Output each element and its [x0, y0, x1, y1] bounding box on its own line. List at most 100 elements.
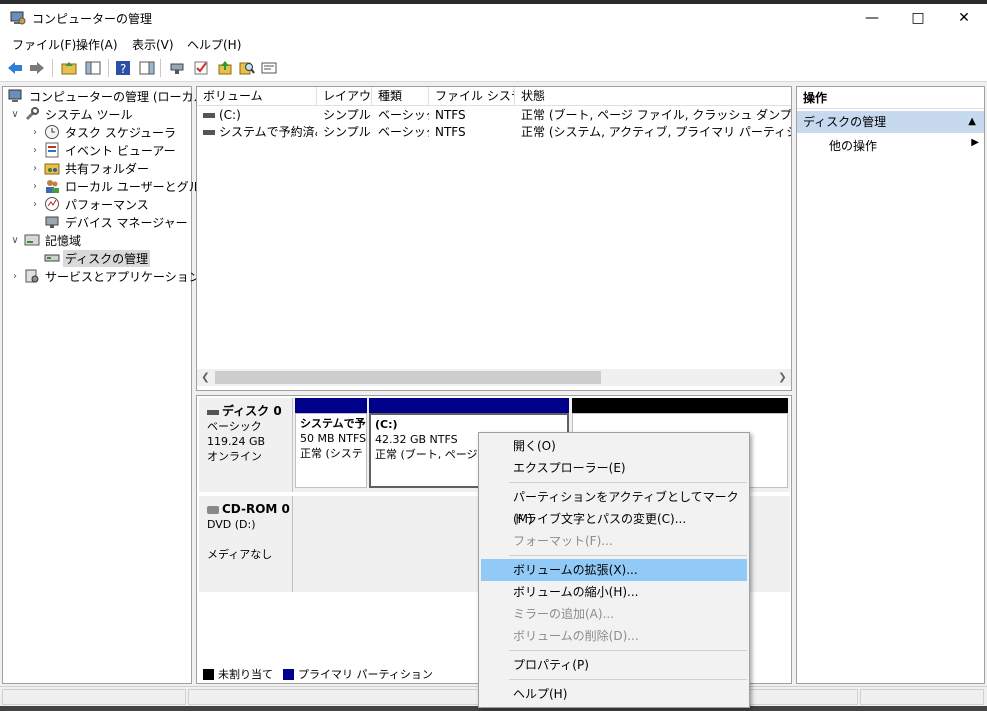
partition-status: 正常 (システ	[300, 447, 363, 460]
disk0-type: ベーシック	[207, 420, 262, 433]
tree-item-root[interactable]: コンピューターの管理 (ローカル)	[5, 87, 212, 105]
chevron-right-icon[interactable]: ›	[9, 271, 21, 282]
actions-disk-management[interactable]: ディスクの管理 ▲	[797, 111, 984, 133]
toolbar: ?	[0, 54, 987, 82]
connect-icon[interactable]	[168, 59, 186, 77]
cdrom0-status: メディアなし	[207, 548, 273, 561]
tree-item-storage[interactable]: ∨ 記憶域	[9, 231, 83, 249]
volume-icon	[203, 130, 215, 135]
disk0-name: ディスク 0	[222, 404, 282, 418]
menu-separator	[509, 679, 747, 680]
horizontal-scrollbar[interactable]: ❮ ❯	[197, 369, 791, 386]
back-arrow-icon[interactable]	[6, 59, 24, 77]
menu-item-open[interactable]: 開く(O)	[481, 435, 747, 457]
volume-layout: シンプル	[323, 125, 371, 139]
menu-help[interactable]: ヘルプ(H)	[187, 36, 241, 53]
tree-item-performance[interactable]: › パフォーマンス	[29, 195, 151, 213]
disk-icon	[207, 409, 219, 415]
menu-item-shrink-volume[interactable]: ボリュームの縮小(H)...	[481, 581, 747, 603]
cdrom0-label[interactable]: CD-ROM 0 DVD (D:) メディアなし	[199, 496, 293, 592]
chevron-right-icon[interactable]: ›	[29, 199, 41, 210]
up-folder-icon[interactable]	[60, 59, 78, 77]
forward-arrow-icon[interactable]	[28, 59, 46, 77]
volume-layout: シンプル	[323, 108, 371, 122]
volume-type: ベーシック	[378, 108, 429, 122]
menu-separator	[509, 482, 747, 483]
chevron-down-icon[interactable]: ∨	[9, 109, 21, 120]
chevron-down-icon[interactable]: ∨	[9, 235, 21, 246]
chevron-right-icon[interactable]: ›	[29, 181, 41, 192]
actions-more-actions[interactable]: 他の操作 ▶	[829, 137, 979, 154]
tree-item-system-tools[interactable]: ∨ システム ツール	[9, 105, 134, 123]
partition-size: 42.32 GB NTFS	[375, 433, 458, 446]
legend-primary: プライマリ パーティション	[298, 668, 433, 681]
menu-view[interactable]: 表示(V)	[132, 36, 174, 53]
tree-item-device-manager[interactable]: デバイス マネージャー	[41, 213, 190, 231]
menu-item-help[interactable]: ヘルプ(H)	[481, 683, 747, 705]
collapse-up-icon[interactable]: ▲	[968, 111, 976, 133]
table-row[interactable]: (C:) シンプル ベーシック NTFS 正常 (ブート, ページ ファイル, …	[197, 107, 791, 124]
scroll-left-icon[interactable]: ❮	[197, 369, 214, 386]
show-hide-tree-icon[interactable]	[84, 59, 102, 77]
tree-item-services-apps[interactable]: › サービスとアプリケーション	[9, 267, 203, 285]
show-hide-action-pane-icon[interactable]	[138, 59, 156, 77]
partition-system-reserved[interactable]: システムで予 50 MB NTFS 正常 (システ	[295, 398, 367, 492]
window-title: コンピューターの管理	[32, 12, 153, 26]
chevron-right-icon[interactable]: ›	[29, 145, 41, 156]
maximize-button[interactable]: □	[895, 4, 941, 32]
menu-item-explore[interactable]: エクスプローラー(E)	[481, 457, 747, 479]
column-header-layout[interactable]: レイアウト	[317, 87, 372, 106]
menu-item-extend-volume[interactable]: ボリュームの拡張(X)...	[481, 559, 747, 581]
menu-separator	[509, 650, 747, 651]
actions-pane: 操作 ディスクの管理 ▲ 他の操作 ▶	[796, 86, 985, 684]
menu-separator	[509, 555, 747, 556]
properties-icon[interactable]	[260, 59, 278, 77]
cdrom-icon	[207, 506, 219, 514]
tree-item-disk-management[interactable]: ディスクの管理	[41, 249, 151, 267]
menu-action[interactable]: 操作(A)	[76, 36, 118, 53]
services-icon	[24, 268, 40, 284]
chevron-right-icon[interactable]: ›	[29, 163, 41, 174]
device-manager-icon	[44, 214, 60, 230]
legend-unallocated: 未割り当て	[218, 668, 273, 681]
actions-header: 操作	[797, 87, 984, 109]
volume-status: 正常 (ブート, ページ ファイル, クラッシュ ダンプ, プライマリ パー	[521, 108, 791, 122]
tree-item-event-viewer[interactable]: › イベント ビューアー	[29, 141, 178, 159]
table-row[interactable]: システムで予約済み シンプル ベーシック NTFS 正常 (システム, アクティ…	[197, 124, 791, 141]
export-icon[interactable]	[216, 59, 234, 77]
tree-item-task-scheduler[interactable]: › タスク スケジューラ	[29, 123, 178, 141]
legend: 未割り当て プライマリ パーティション	[203, 666, 433, 682]
tree-item-shared-folders[interactable]: › 共有フォルダー	[29, 159, 151, 177]
menu-file[interactable]: ファイル(F)	[12, 36, 76, 53]
volume-icon	[203, 113, 215, 118]
volume-list: ボリューム レイアウト 種類 ファイル システム 状態 (C:) シンプル ベー…	[196, 86, 792, 391]
partition-status: 正常 (ブート, ページ フ	[375, 448, 493, 461]
column-header-volume[interactable]: ボリューム	[197, 87, 317, 106]
console-tree: コンピューターの管理 (ローカル) ∨ システム ツール › タスク スケジュー…	[2, 86, 224, 684]
submenu-arrow-icon: ▶	[971, 137, 979, 148]
legend-swatch-unallocated	[203, 668, 214, 680]
computer-management-icon	[10, 10, 26, 26]
volume-status: 正常 (システム, アクティブ, プライマリ パーティション)	[521, 125, 791, 139]
menu-item-change-drive-letter[interactable]: ドライブ文字とパスの変更(C)...	[481, 508, 747, 530]
menu-item-mark-active[interactable]: パーティションをアクティブとしてマーク(M)	[481, 486, 747, 526]
checklist-icon[interactable]	[192, 59, 210, 77]
minimize-button[interactable]: —	[849, 4, 895, 32]
volume-name: システムで予約済み	[219, 125, 317, 139]
disk-drive-icon	[44, 250, 60, 266]
legend-swatch-primary	[283, 668, 294, 680]
column-header-type[interactable]: 種類	[372, 87, 429, 106]
tools-icon	[24, 106, 40, 122]
menu-item-properties[interactable]: プロパティ(P)	[481, 654, 747, 676]
search-icon[interactable]	[238, 59, 256, 77]
disk0-label[interactable]: ディスク 0 ベーシック 119.24 GB オンライン	[199, 398, 293, 492]
event-log-icon	[44, 142, 60, 158]
menu-item-format: フォーマット(F)...	[513, 534, 613, 548]
close-button[interactable]: ✕	[941, 4, 987, 32]
chevron-right-icon[interactable]: ›	[29, 127, 41, 138]
scroll-right-icon[interactable]: ❯	[774, 369, 791, 386]
column-header-status[interactable]: 状態	[515, 87, 791, 106]
scrollbar-thumb[interactable]	[215, 371, 601, 384]
column-header-filesystem[interactable]: ファイル システム	[429, 87, 515, 106]
help-icon[interactable]: ?	[114, 59, 132, 77]
